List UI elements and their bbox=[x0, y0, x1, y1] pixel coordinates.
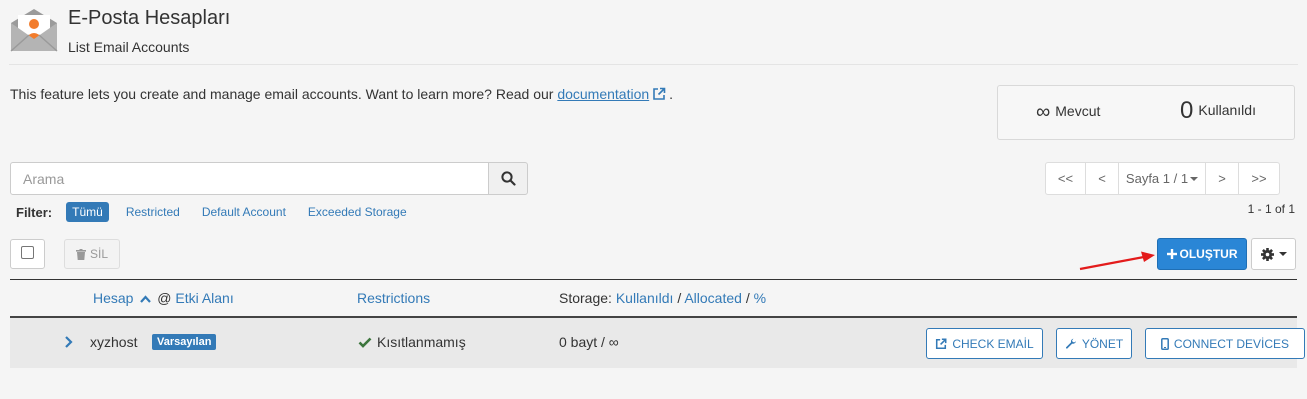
col-account-label[interactable]: Hesap bbox=[93, 290, 133, 306]
page-select[interactable]: Sayfa 1 / 1 bbox=[1118, 162, 1206, 195]
external-link-icon[interactable] bbox=[652, 87, 666, 101]
table-row: xyzhost Varsayılan Kısıtlanmamış 0 bayt … bbox=[10, 318, 1305, 368]
col-storage-sep: / bbox=[677, 290, 682, 306]
col-account-header[interactable]: Hesap @ Etki Alanı bbox=[93, 290, 234, 306]
trash-icon bbox=[75, 248, 86, 260]
used-label: Kullanıldı bbox=[1198, 102, 1256, 118]
page-title: E-Posta Hesapları bbox=[68, 7, 231, 29]
prev-page-button[interactable]: < bbox=[1085, 162, 1119, 195]
restriction-status: Kısıtlanmamış bbox=[358, 334, 466, 350]
col-storage-sep: / bbox=[745, 290, 750, 306]
col-restrictions-label[interactable]: Restrictions bbox=[357, 290, 430, 306]
manage-button[interactable]: YÖNET bbox=[1056, 328, 1132, 359]
search-input[interactable] bbox=[10, 162, 489, 195]
col-storage-header: Storage: Kullanıldı / Allocated / % bbox=[559, 290, 766, 306]
page-subtitle: List Email Accounts bbox=[68, 39, 190, 55]
col-storage-prefix: Storage: bbox=[559, 290, 612, 306]
account-name: xyzhost bbox=[90, 334, 138, 350]
filter-bar: Filter: Tümü Restricted Default Account … bbox=[16, 202, 429, 222]
filter-default-account[interactable]: Default Account bbox=[202, 205, 286, 219]
annotation-arrow bbox=[1079, 251, 1155, 271]
select-all-checkbox[interactable] bbox=[10, 239, 45, 269]
filter-restricted[interactable]: Restricted bbox=[126, 205, 180, 219]
check-icon bbox=[358, 337, 372, 348]
filter-all[interactable]: Tümü bbox=[66, 202, 109, 222]
col-at-sign: @ bbox=[157, 290, 172, 306]
col-storage-used[interactable]: Kullanıldı bbox=[616, 290, 674, 306]
check-email-button[interactable]: CHECK EMAİL bbox=[926, 328, 1043, 359]
search-button[interactable] bbox=[488, 162, 528, 195]
wrench-icon bbox=[1065, 338, 1076, 349]
used-value: 0 bbox=[1180, 97, 1194, 124]
external-link-icon bbox=[936, 338, 947, 349]
create-label: OLUŞTUR bbox=[1179, 247, 1238, 261]
connect-devices-button[interactable]: CONNECT DEVİCES bbox=[1145, 328, 1305, 359]
header-divider bbox=[9, 64, 1298, 65]
col-storage-percent[interactable]: % bbox=[754, 290, 766, 306]
filter-label: Filter: bbox=[16, 204, 53, 220]
plus-icon bbox=[1166, 249, 1177, 259]
intro-suffix: . bbox=[669, 86, 674, 102]
mobile-phone-icon bbox=[1160, 337, 1169, 350]
settings-dropdown-button[interactable] bbox=[1251, 238, 1296, 270]
filter-exceeded-storage[interactable]: Exceeded Storage bbox=[308, 205, 407, 219]
col-domain-label[interactable]: Etki Alanı bbox=[175, 290, 233, 306]
delete-label: SİL bbox=[89, 247, 108, 261]
delete-button[interactable]: SİL bbox=[64, 239, 120, 269]
caret-down-icon bbox=[1278, 252, 1287, 256]
available-label: Mevcut bbox=[1055, 103, 1101, 119]
caret-down-icon bbox=[1190, 177, 1199, 181]
restriction-label: Kısıtlanmamış bbox=[377, 334, 466, 350]
pagination: << < Sayfa 1 / 1 > >> bbox=[1045, 162, 1280, 195]
account-stats-box: ∞ Mevcut 0 Kullanıldı bbox=[997, 85, 1295, 140]
storage-value: 0 bayt / ∞ bbox=[559, 334, 619, 350]
first-page-button[interactable]: << bbox=[1045, 162, 1086, 195]
col-restrictions-header[interactable]: Restrictions bbox=[357, 290, 430, 306]
connect-devices-label: CONNECT DEVİCES bbox=[1173, 336, 1290, 351]
create-button[interactable]: OLUŞTUR bbox=[1157, 238, 1247, 270]
intro-body: This feature lets you create and manage … bbox=[10, 86, 558, 102]
documentation-link[interactable]: documentation bbox=[557, 86, 649, 102]
default-badge: Varsayılan bbox=[152, 334, 217, 350]
manage-label: YÖNET bbox=[1081, 336, 1124, 351]
table-top-border bbox=[10, 279, 1297, 280]
results-count: 1 - 1 of 1 bbox=[1247, 202, 1295, 216]
email-accounts-icon bbox=[9, 7, 59, 53]
col-storage-allocated[interactable]: Allocated bbox=[684, 290, 742, 306]
check-email-label: CHECK EMAİL bbox=[952, 336, 1034, 351]
chevron-right-icon[interactable] bbox=[64, 335, 73, 349]
page-select-label: Sayfa 1 / 1 bbox=[1125, 171, 1189, 186]
used-stat: 0 Kullanıldı bbox=[1180, 97, 1256, 125]
intro-text: This feature lets you create and manage … bbox=[10, 86, 673, 102]
last-page-button[interactable]: >> bbox=[1238, 162, 1280, 195]
next-page-button[interactable]: > bbox=[1205, 162, 1239, 195]
available-value: ∞ bbox=[1036, 101, 1051, 123]
gear-icon bbox=[1260, 247, 1274, 261]
search-icon bbox=[501, 171, 516, 186]
checkbox-box bbox=[21, 246, 34, 259]
available-stat: ∞ Mevcut bbox=[1036, 101, 1100, 124]
sort-asc-icon[interactable] bbox=[140, 295, 152, 303]
